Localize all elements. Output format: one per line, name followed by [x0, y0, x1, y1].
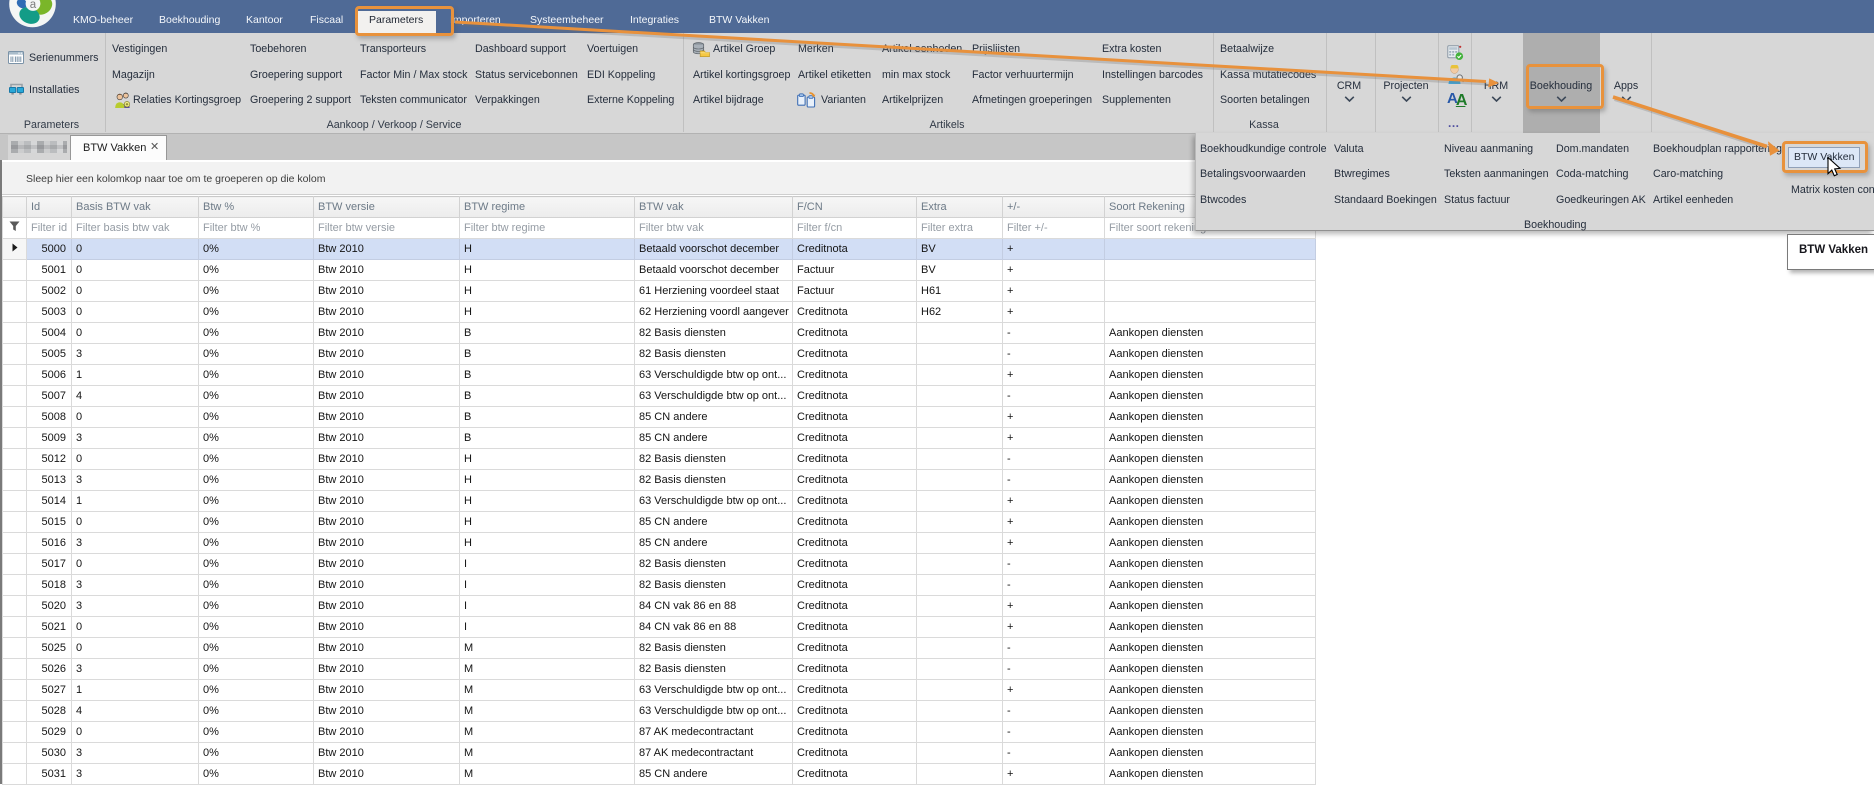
svg-text:a: a [30, 0, 37, 11]
